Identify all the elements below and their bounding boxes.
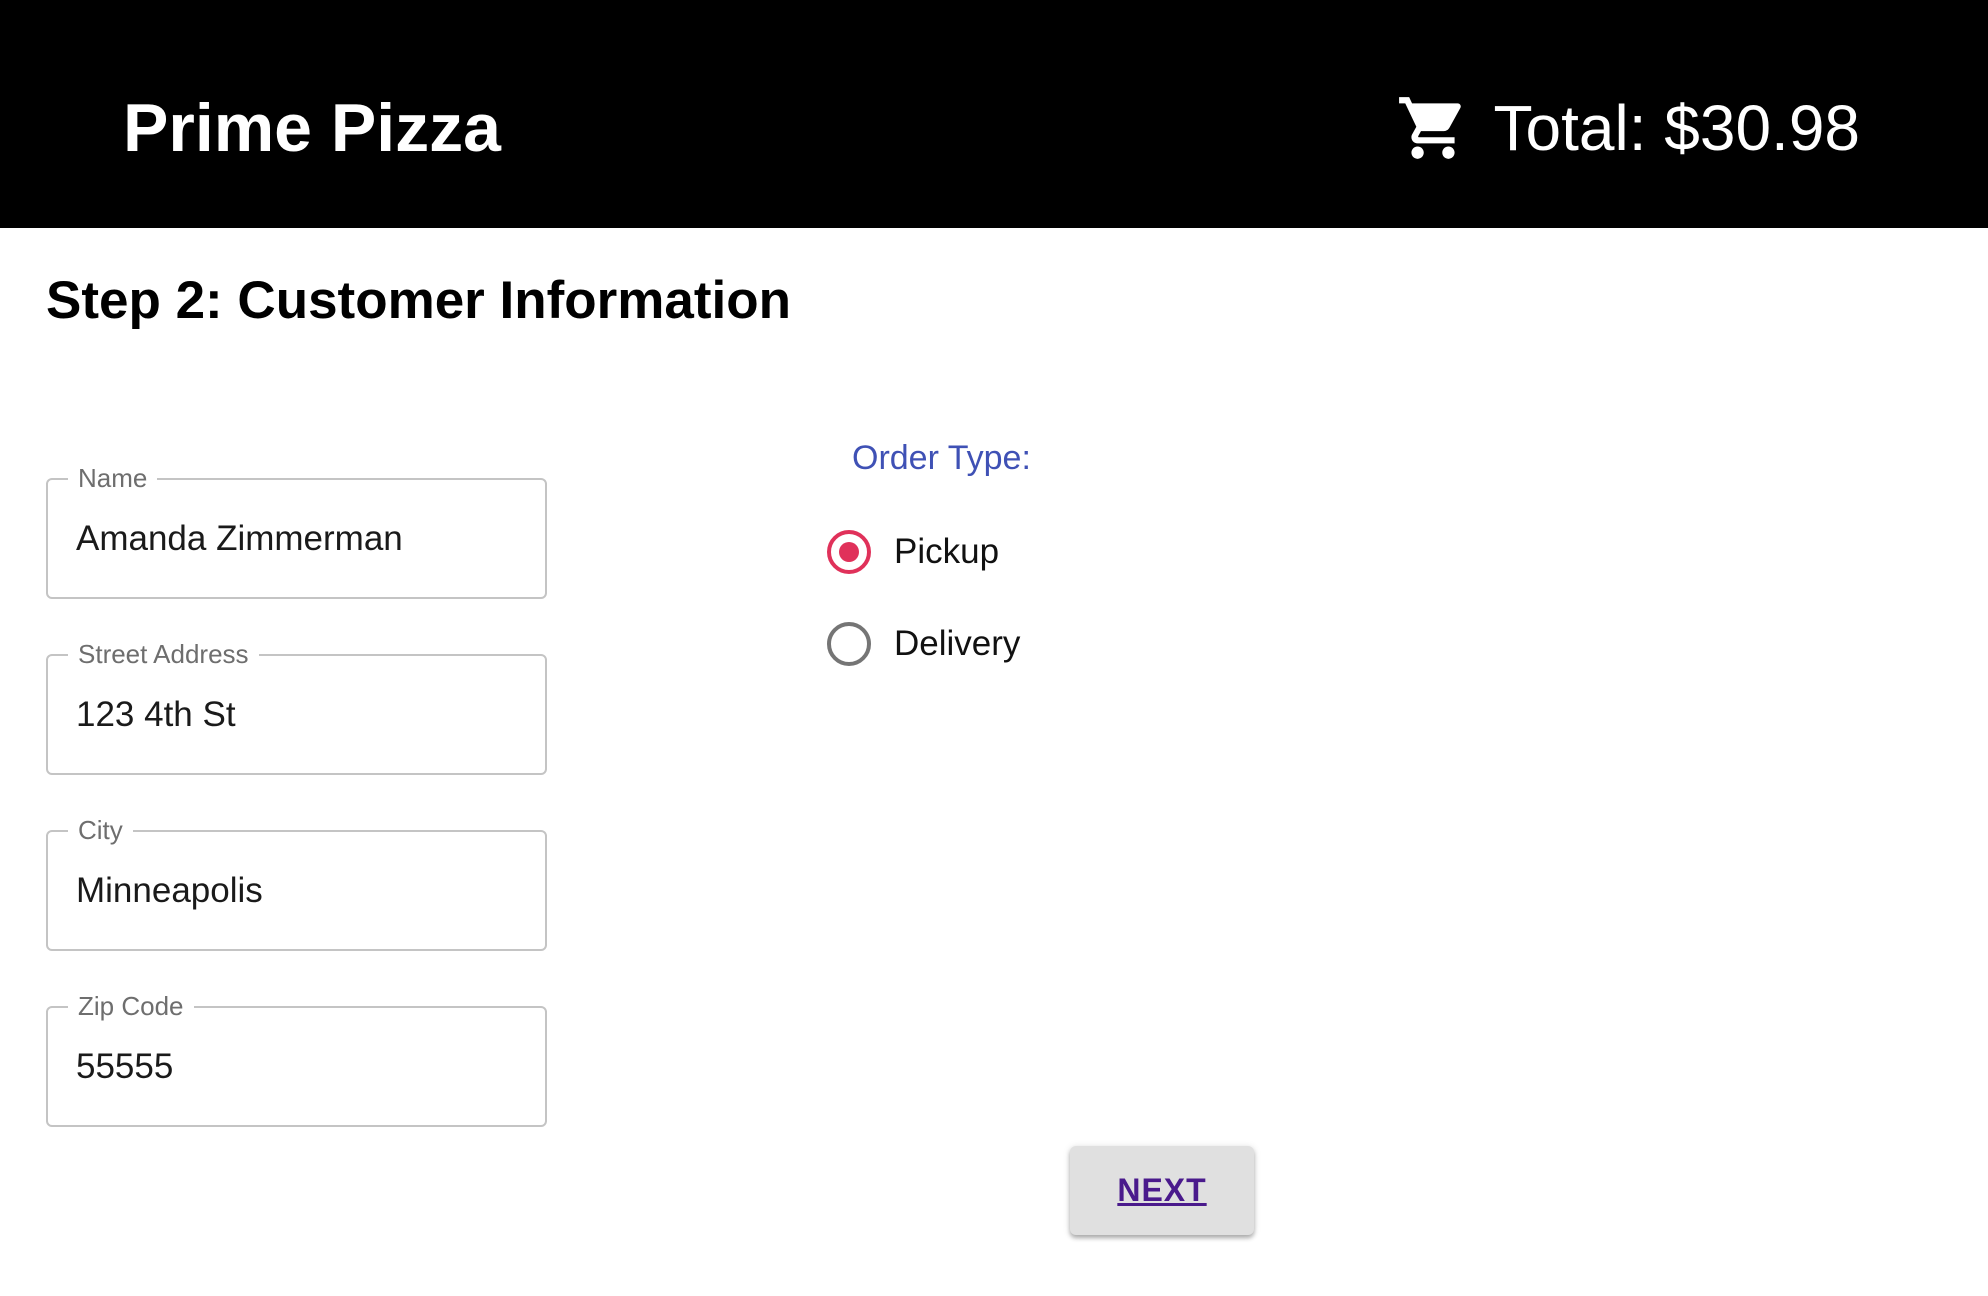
cart-summary[interactable]: Total: $30.98 — [1396, 88, 1861, 168]
cart-total: Total: $30.98 — [1493, 92, 1861, 164]
zip-code-field[interactable]: Zip Code — [46, 991, 547, 1127]
brand-title[interactable]: Prime Pizza — [123, 88, 501, 168]
order-type-label: Order Type: — [852, 439, 1031, 477]
app-bar: Prime Pizza Total: $30.98 — [0, 0, 1988, 228]
city-input[interactable] — [76, 832, 516, 949]
shopping-cart-icon[interactable] — [1396, 91, 1470, 165]
street-address-input[interactable] — [76, 656, 516, 773]
order-type-option-delivery[interactable]: Delivery — [826, 614, 1020, 674]
delivery-label: Delivery — [894, 624, 1021, 663]
page-title: Step 2: Customer Information — [46, 271, 792, 330]
name-input[interactable] — [76, 480, 516, 597]
zip-code-input[interactable] — [76, 1008, 516, 1125]
radio-selected-icon[interactable] — [826, 529, 872, 575]
order-type-option-pickup[interactable]: Pickup — [826, 522, 999, 582]
city-field[interactable]: City — [46, 815, 547, 951]
street-address-field[interactable]: Street Address — [46, 639, 547, 775]
next-button[interactable]: NEXT — [1070, 1146, 1254, 1235]
pickup-label: Pickup — [894, 532, 1000, 571]
name-field[interactable]: Name — [46, 463, 547, 599]
radio-unselected-icon[interactable] — [826, 621, 872, 667]
